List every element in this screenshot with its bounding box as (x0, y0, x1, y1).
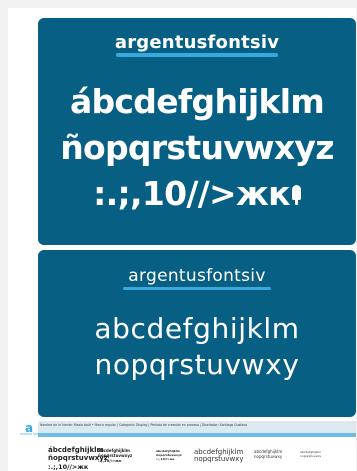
bold-glyph-line-2: ñopqrstuvwxyz (60, 128, 334, 167)
brand-logo: a ARGENTUS FONT (20, 422, 39, 443)
sample-light-small-2: nopqrstuvwxy (300, 454, 322, 458)
light-title-underline (123, 287, 271, 290)
sample-bold-large-1: ábcdefghijklm (48, 446, 104, 454)
bold-specimen-panel: argentusfontsiv ábcdefghijklm ñopqrstuvw… (38, 18, 356, 245)
popsicle-icon (291, 185, 301, 205)
sample-bold-large-3: :.;,10//>жк (48, 463, 89, 471)
bold-glyph-line-3: :.;,10//>жк (38, 174, 356, 213)
sample-light-medium-2: nopqrstuvwxy (254, 454, 283, 459)
light-panel-title: argentusfontsiv (128, 266, 266, 286)
bold-glyph-line-3-text: :.;,10//>жк (93, 174, 290, 213)
font-metadata-text: Nombre de la fuente: Maxia bold • Marca … (40, 423, 248, 427)
sample-bold-small-3: :.;,10//>жк (156, 457, 175, 461)
bold-panel-title: argentusfontsiv (114, 32, 280, 53)
footer-accent-bar (38, 433, 356, 437)
sample-bold-medium-3: :.;,10//>жк (98, 458, 122, 463)
light-glyph-line-2: nopqrstuvwxy (94, 348, 300, 381)
light-specimen-panel: argentusfontsiv abcdefghijklm nopqrstuvw… (38, 250, 356, 417)
bold-title-underline (116, 53, 278, 57)
specimen-sheet: argentusfontsiv ábcdefghijklm ñopqrstuvw… (8, 8, 356, 471)
light-glyph-line-1: abcdefghijklm (94, 312, 300, 345)
bold-glyph-line-1: ábcdefghijklm (69, 82, 325, 121)
logo-caption: ARGENTUS FONT (20, 433, 39, 436)
sample-light-large-2: nopqrstuvwxy (194, 455, 244, 463)
